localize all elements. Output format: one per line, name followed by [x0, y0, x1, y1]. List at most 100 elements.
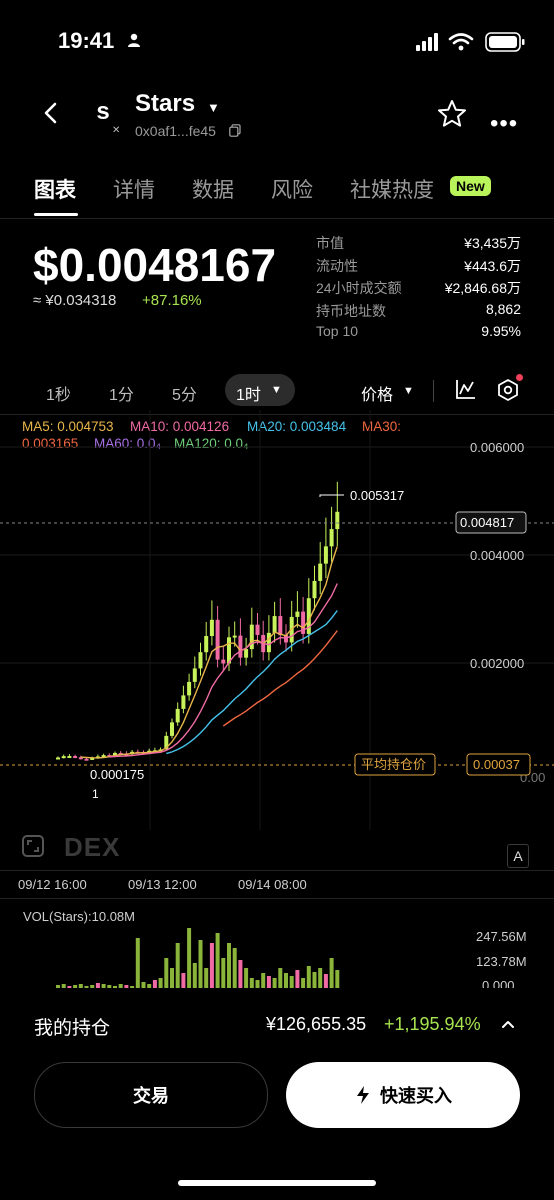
y-tick-label: 0.004000: [470, 548, 524, 563]
tab-social[interactable]: 社媒热度: [350, 174, 434, 204]
volume-bar: [181, 973, 186, 988]
indicator-icon[interactable]: [455, 378, 477, 400]
quick-buy-button[interactable]: 快速买入: [286, 1062, 520, 1128]
candle: [295, 611, 300, 617]
volume-bar: [192, 963, 197, 988]
caret-down-icon: ▼: [271, 384, 282, 396]
candle: [181, 695, 186, 709]
back-icon[interactable]: [38, 98, 64, 128]
volume-bar: [306, 966, 311, 988]
candle: [221, 659, 226, 664]
volume-bar: [261, 973, 266, 988]
expand-icon[interactable]: [21, 834, 45, 858]
volume-bar: [187, 928, 192, 988]
candle: [56, 757, 60, 760]
volume-bar: [175, 943, 180, 988]
more-icon[interactable]: •••: [490, 110, 518, 138]
interval-1s[interactable]: 1秒: [46, 381, 71, 405]
stat-value: 8,862: [485, 300, 521, 317]
trade-button[interactable]: 交易: [34, 1062, 268, 1128]
volume-bar: [204, 968, 209, 988]
volume-bar: [232, 948, 237, 988]
volume-tick-label: 123.78M: [476, 954, 527, 969]
low-price-label: 0.000175: [90, 767, 144, 782]
candle: [84, 758, 89, 761]
token-address: 0x0af1...fe45: [135, 123, 216, 139]
candle: [329, 529, 334, 547]
star-icon[interactable]: [436, 98, 468, 130]
volume-bar: [244, 968, 249, 988]
candle: [244, 649, 249, 658]
tab-data[interactable]: 数据: [192, 174, 234, 204]
interval-1m[interactable]: 1分: [109, 381, 134, 405]
candle: [192, 668, 197, 682]
caret-down-icon[interactable]: ▼: [207, 100, 220, 115]
wifi-icon: [448, 33, 474, 45]
candle: [175, 708, 180, 723]
quick-buy-label: 快速买入: [380, 1086, 452, 1106]
volume-bar: [295, 970, 300, 988]
price-chart[interactable]: 0.0060000.0040000.0020000.000.0053170.00…: [0, 410, 554, 830]
volume-bar: [249, 978, 254, 988]
auto-scale-button[interactable]: A: [507, 844, 529, 868]
volume-bar: [227, 943, 231, 988]
position-label: 我的持仓: [34, 1018, 111, 1039]
divider: [0, 870, 554, 871]
candle: [323, 546, 328, 564]
candles: [56, 481, 340, 761]
y-tick-label: 0.006000: [470, 440, 524, 455]
divider: [433, 380, 434, 402]
status-time: 19:41: [58, 28, 115, 53]
stat-value: ¥443.6万: [464, 257, 521, 274]
tab-details[interactable]: 详情: [113, 174, 155, 204]
caret-down-icon: ▼: [403, 385, 414, 397]
volume-bar: [152, 980, 157, 988]
volume-bar: [289, 976, 294, 988]
candle: [272, 616, 277, 633]
signal-icon: [416, 33, 438, 51]
volume-chart: [56, 928, 340, 988]
stat-row: 流动性 ¥443.6万: [316, 256, 521, 279]
candle: [278, 616, 283, 636]
tab-chart[interactable]: 图表: [34, 174, 76, 204]
stat-value: ¥2,846.68万: [444, 280, 521, 296]
trade-label: 交易: [133, 1086, 169, 1106]
home-indicator: [178, 1180, 376, 1186]
interval-1h-label: 1时: [236, 387, 261, 404]
candle: [232, 635, 237, 638]
candle: [255, 624, 260, 635]
price-usd: $0.0048167: [33, 239, 277, 291]
volume-bar: [164, 958, 169, 988]
divider: [0, 898, 554, 899]
interval-5m[interactable]: 5分: [172, 381, 197, 405]
volume-bar: [272, 978, 277, 988]
volume-bar: [266, 976, 271, 988]
candle: [335, 511, 340, 530]
x-tick-label: 09/13 12:00: [128, 877, 197, 892]
candle: [266, 632, 271, 653]
tab-risk[interactable]: 风险: [271, 174, 313, 204]
volume-bar: [284, 973, 288, 988]
candle: [318, 563, 323, 581]
volume-bar: [135, 938, 140, 988]
token-name[interactable]: Stars: [135, 90, 195, 118]
ma5-line: [80, 546, 338, 759]
settings-icon[interactable]: [496, 378, 520, 402]
volume-bar: [318, 968, 323, 988]
position-change: +1,195.94%: [384, 1014, 481, 1034]
volume-bar: [255, 980, 260, 988]
volume-bar: [335, 970, 340, 988]
new-badge: New: [450, 176, 491, 196]
tab-underline: [34, 213, 78, 216]
lightning-icon: [357, 1086, 369, 1104]
avg-cost-value: 0.00037: [473, 757, 520, 772]
price-type-select[interactable]: 价格: [361, 381, 393, 405]
token-logo: s: [96, 98, 110, 125]
stat-label: 持币地址数: [316, 302, 386, 319]
chevron-up-icon[interactable]: [498, 1014, 518, 1034]
volume-bar: [170, 968, 174, 988]
stat-label: 市值: [316, 235, 344, 251]
candle: [187, 681, 192, 696]
person-icon: [128, 33, 140, 47]
copy-icon[interactable]: [229, 124, 241, 137]
